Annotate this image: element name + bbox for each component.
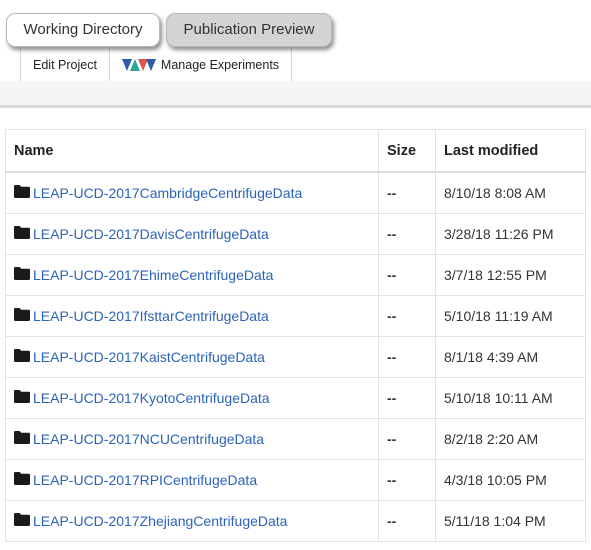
column-header-name[interactable]: Name [5,129,379,173]
table-header-row: Name Size Last modified [5,129,586,173]
cell-size: -- [378,213,436,255]
table-row: LEAP-UCD-2017RPICentrifugeData -- 4/3/18 1… [5,459,586,501]
folder-link[interactable]: LEAP-UCD-2017CambridgeCentrifugeData [14,185,302,201]
folder-link[interactable]: LEAP-UCD-2017DavisCentrifugeData [14,226,269,242]
folder-link[interactable]: LEAP-UCD-2017EhimeCentrifugeData [14,267,273,283]
table-row: LEAP-UCD-2017CambridgeCentrifugeData -- 8/… [5,171,586,214]
cell-name: LEAP-UCD-2017RPICentrifugeData [5,459,379,501]
folder-icon [14,267,30,283]
table-row: LEAP-UCD-2017IfsttarCentrifugeData -- 5/10… [5,295,586,337]
folder-name: LEAP-UCD-2017KyotoCentrifugeData [33,390,270,406]
cell-size: -- [378,336,436,378]
folder-name: LEAP-UCD-2017IfsttarCentrifugeData [33,308,269,324]
cell-size: -- [378,500,436,542]
cell-last-modified: 3/28/18 11:26 PM [435,213,586,255]
folder-name: LEAP-UCD-2017CambridgeCentrifugeData [33,185,303,201]
folder-icon [14,390,30,406]
table-row: LEAP-UCD-2017ZhejiangCentrifugeData -- 5/1… [5,500,586,542]
folder-link[interactable]: LEAP-UCD-2017RPICentrifugeData [14,472,257,488]
cell-last-modified: 5/10/18 11:19 AM [435,295,586,337]
cell-last-modified: 8/1/18 4:39 AM [435,336,586,378]
folder-name: LEAP-UCD-2017EhimeCentrifugeData [33,267,274,283]
folder-icon [14,431,30,447]
cell-size: -- [378,377,436,419]
table-row: LEAP-UCD-2017EhimeCentrifugeData -- 3/7/18… [5,254,586,296]
edit-project-label: Edit Project [33,57,97,72]
cell-size: -- [378,171,436,214]
table-row: LEAP-UCD-2017KyotoCentrifugeData -- 5/10/1… [5,377,586,419]
manage-experiments-button[interactable]: Manage Experiments [108,48,291,81]
manage-experiments-label: Manage Experiments [160,57,280,72]
cell-size: -- [378,459,436,501]
cell-name: LEAP-UCD-2017DavisCentrifugeData [5,213,379,255]
cell-last-modified: 4/3/18 10:05 PM [435,459,586,501]
tab-publication-preview[interactable]: Publication Preview [166,13,332,47]
folder-icon [14,349,30,365]
cell-size: -- [378,295,436,337]
toolbar-separator [0,81,591,108]
folder-name: LEAP-UCD-2017DavisCentrifugeData [33,226,269,242]
cell-last-modified: 5/10/18 10:11 AM [435,377,586,419]
folder-name: LEAP-UCD-2017ZhejiangCentrifugeData [33,513,288,529]
cell-last-modified: 3/7/18 12:55 PM [435,254,586,296]
cell-name: LEAP-UCD-2017KyotoCentrifugeData [5,377,379,419]
cell-name: LEAP-UCD-2017ZhejiangCentrifugeData [5,500,379,542]
folder-name: LEAP-UCD-2017RPICentrifugeData [33,472,258,488]
folder-link[interactable]: LEAP-UCD-2017KyotoCentrifugeData [14,390,270,406]
experiments-logo-icon [121,58,156,71]
cell-size: -- [378,418,436,460]
cell-last-modified: 8/10/18 8:08 AM [435,171,586,214]
cell-last-modified: 5/11/18 1:04 PM [435,500,586,542]
cell-last-modified: 8/2/18 2:20 AM [435,418,586,460]
edit-project-button[interactable]: Edit Project [21,48,109,81]
cell-name: LEAP-UCD-2017EhimeCentrifugeData [5,254,379,296]
column-header-last-modified[interactable]: Last modified [435,129,586,173]
cell-name: LEAP-UCD-2017KaistCentrifugeData [5,336,379,378]
folder-link[interactable]: LEAP-UCD-2017ZhejiangCentrifugeData [14,513,287,529]
folder-link[interactable]: LEAP-UCD-2017NCUCentrifugeData [14,431,264,447]
folder-link[interactable]: LEAP-UCD-2017IfsttarCentrifugeData [14,308,269,324]
cell-size: -- [378,254,436,296]
folder-icon [14,308,30,324]
folder-icon [14,185,30,201]
folder-icon [14,226,30,242]
project-toolbar: Edit Project Manage Experiments [20,48,293,82]
folder-link[interactable]: LEAP-UCD-2017KaistCentrifugeData [14,349,265,365]
column-header-size[interactable]: Size [378,129,436,173]
tab-working-directory[interactable]: Working Directory [6,13,160,47]
folder-icon [14,513,30,529]
table-row: LEAP-UCD-2017DavisCentrifugeData -- 3/28/1… [5,213,586,255]
cell-name: LEAP-UCD-2017CambridgeCentrifugeData [5,171,379,214]
cell-name: LEAP-UCD-2017IfsttarCentrifugeData [5,295,379,337]
folder-name: LEAP-UCD-2017KaistCentrifugeData [33,349,265,365]
file-table: Name Size Last modified LEAP-UCD-2017Cam… [5,129,586,542]
folder-name: LEAP-UCD-2017NCUCentrifugeData [33,431,265,447]
folder-icon [14,472,30,488]
table-row: LEAP-UCD-2017NCUCentrifugeData -- 8/2/18 2… [5,418,586,460]
cell-name: LEAP-UCD-2017NCUCentrifugeData [5,418,379,460]
table-row: LEAP-UCD-2017KaistCentrifugeData -- 8/1/18… [5,336,586,378]
